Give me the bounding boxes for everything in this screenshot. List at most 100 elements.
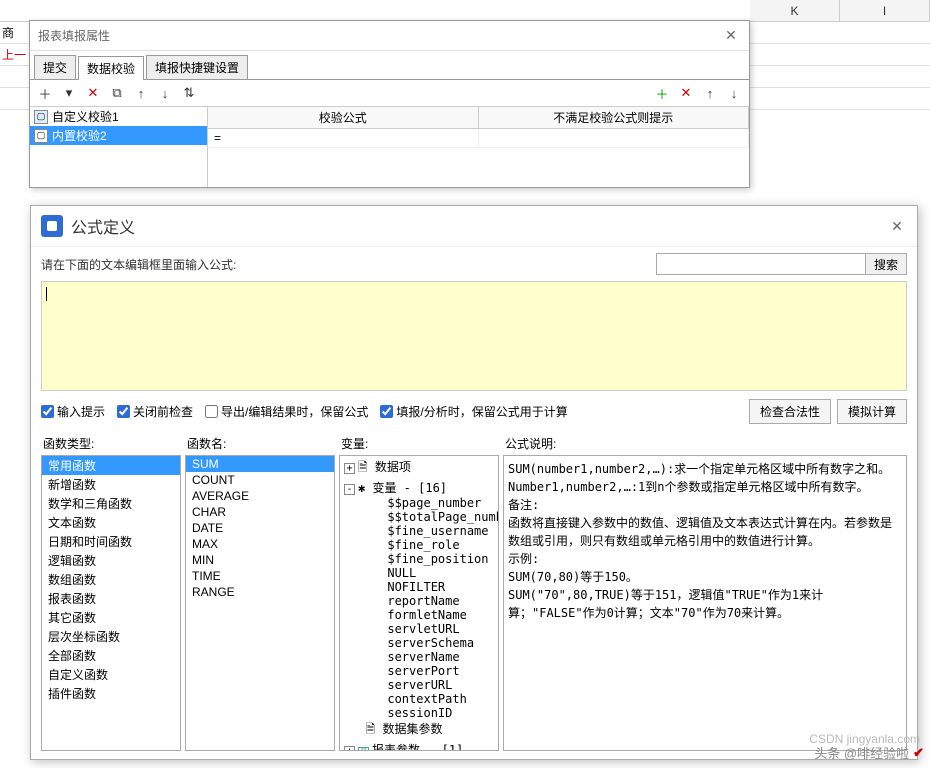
tree-node[interactable]: serverSchema [342, 636, 496, 650]
list-item[interactable]: 常用函数 [42, 456, 180, 475]
tree-node[interactable]: contextPath [342, 692, 496, 706]
list-item[interactable]: 新增函数 [42, 475, 180, 494]
titlebar[interactable]: 报表填报属性 ✕ [30, 21, 749, 51]
list-item[interactable]: 其它函数 [42, 608, 180, 627]
list-item[interactable]: MIN [186, 552, 334, 568]
tree-node[interactable]: +P报表参数 - [1] [342, 741, 496, 751]
close-icon[interactable]: ✕ [887, 218, 907, 235]
tab-shortcut[interactable]: 填报快捷键设置 [146, 55, 248, 79]
sort-icon[interactable]: ⇅ [180, 84, 198, 102]
tree-node[interactable]: $fine_role [342, 538, 496, 552]
copy-icon[interactable]: ⧉ [108, 84, 126, 102]
grid-row[interactable]: = [208, 129, 749, 148]
add-icon[interactable]: ＋ [653, 84, 671, 102]
variable-tree[interactable]: +🗎 数据项-✱ 变量 - [16] $$page_number $$total… [339, 455, 499, 751]
tree-node[interactable]: reportName [342, 594, 496, 608]
right-toolbar: ＋ ✕ ↑ ↓ [208, 80, 749, 107]
list-item[interactable]: 逻辑函数 [42, 551, 180, 570]
list-item[interactable]: MAX [186, 536, 334, 552]
list-item[interactable]: DATE [186, 520, 334, 536]
list-item[interactable]: 自定义函数 [42, 665, 180, 684]
func-name-label: 函数名: [185, 432, 335, 455]
tree-node[interactable]: NOFILTER [342, 580, 496, 594]
up-icon[interactable]: ↑ [132, 84, 150, 102]
list-item[interactable]: CHAR [186, 504, 334, 520]
tree-item[interactable]: ▢自定义校验1 [30, 107, 207, 126]
tree-node[interactable]: 🗎 数据集参数 [342, 720, 496, 741]
tree-node[interactable]: -✱ 变量 - [16] [342, 479, 496, 496]
grid-cell[interactable]: = [208, 129, 479, 147]
up-icon[interactable]: ↑ [701, 84, 719, 102]
list-item[interactable]: 报表函数 [42, 589, 180, 608]
tree-item[interactable]: ▢内置校验2 [30, 126, 207, 145]
dialog-title: 报表填报属性 [38, 27, 721, 44]
opt-input-hint[interactable]: 输入提示 [41, 403, 105, 420]
item-icon: ▢ [34, 110, 48, 124]
desc-label: 公式说明: [503, 432, 907, 455]
column-header: I [840, 0, 930, 21]
titlebar[interactable]: 公式定义 ✕ [31, 206, 917, 247]
watermark: 头条 @啡经验啦✔ [814, 743, 924, 762]
app-logo-icon [41, 215, 63, 237]
formula-dialog: 公式定义 ✕ 请在下面的文本编辑框里面输入公式: 搜索 输入提示 关闭前检查 导… [30, 205, 918, 760]
tree-node[interactable]: NULL [342, 566, 496, 580]
list-item[interactable]: AVERAGE [186, 488, 334, 504]
column-header: K [750, 0, 840, 21]
list-item[interactable]: 插件函数 [42, 684, 180, 703]
list-item[interactable]: 文本函数 [42, 513, 180, 532]
search-input[interactable] [656, 253, 866, 275]
prompt-text: 请在下面的文本编辑框里面输入公式: [41, 256, 236, 273]
opt-precheck[interactable]: 关闭前检查 [117, 403, 193, 420]
opt-export-keep[interactable]: 导出/编辑结果时，保留公式 [205, 403, 368, 420]
list-item[interactable]: COUNT [186, 472, 334, 488]
tree-node[interactable]: servletURL [342, 622, 496, 636]
list-item[interactable]: 层次坐标函数 [42, 627, 180, 646]
delete-icon[interactable]: ✕ [84, 84, 102, 102]
down-icon[interactable]: ↓ [725, 84, 743, 102]
add-icon[interactable]: ＋ [36, 84, 54, 102]
func-type-label: 函数类型: [41, 432, 181, 455]
vars-label: 变量: [339, 432, 499, 455]
grid-header: 不满足校验公式则提示 [479, 107, 750, 128]
list-item[interactable]: SUM [186, 456, 334, 472]
left-toolbar: ＋ ▾ ✕ ⧉ ↑ ↓ ⇅ [30, 80, 208, 107]
dropdown-icon[interactable]: ▾ [60, 84, 78, 102]
validation-tree: ▢自定义校验1 ▢内置校验2 [30, 107, 208, 187]
formula-description: SUM(number1,number2,…):求一个指定单元格区域中所有数字之和… [503, 455, 907, 751]
list-item[interactable]: TIME [186, 568, 334, 584]
grid-cell[interactable] [479, 129, 750, 147]
delete-icon[interactable]: ✕ [677, 84, 695, 102]
tab-validation[interactable]: 数据校验 [78, 56, 144, 80]
func-type-list[interactable]: 常用函数新增函数数学和三角函数文本函数日期和时间函数逻辑函数数组函数报表函数其它… [41, 455, 181, 751]
formula-editor[interactable] [41, 281, 907, 391]
check-validity-button[interactable]: 检查合法性 [749, 399, 831, 424]
list-item[interactable]: 数组函数 [42, 570, 180, 589]
list-item[interactable]: 全部函数 [42, 646, 180, 665]
list-item[interactable]: RANGE [186, 584, 334, 600]
check-icon: ✔ [913, 745, 924, 761]
report-properties-dialog: 报表填报属性 ✕ 提交 数据校验 填报快捷键设置 ＋ ▾ ✕ ⧉ ↑ ↓ ⇅ ▢… [29, 20, 750, 188]
tree-node[interactable]: serverName [342, 650, 496, 664]
down-icon[interactable]: ↓ [156, 84, 174, 102]
func-name-list[interactable]: SUMCOUNTAVERAGECHARDATEMAXMINTIMERANGE [185, 455, 335, 751]
dialog-title: 公式定义 [71, 214, 135, 238]
validation-grid: ＋ ✕ ↑ ↓ 校验公式 不满足校验公式则提示 = [208, 80, 749, 187]
tree-node[interactable]: $$page_number [342, 496, 496, 510]
tab-submit[interactable]: 提交 [34, 55, 76, 79]
tree-node[interactable]: formletName [342, 608, 496, 622]
tree-node[interactable]: +🗎 数据项 [342, 458, 496, 479]
tree-node[interactable]: serverPort [342, 664, 496, 678]
tab-strip: 提交 数据校验 填报快捷键设置 [30, 51, 749, 80]
list-item[interactable]: 日期和时间函数 [42, 532, 180, 551]
grid-header: 校验公式 [208, 107, 479, 128]
opt-analyze-keep[interactable]: 填报/分析时，保留公式用于计算 [380, 403, 567, 420]
tree-node[interactable]: $fine_position [342, 552, 496, 566]
tree-node[interactable]: serverURL [342, 678, 496, 692]
tree-node[interactable]: $fine_username [342, 524, 496, 538]
search-button[interactable]: 搜索 [865, 253, 907, 275]
tree-node[interactable]: sessionID [342, 706, 496, 720]
list-item[interactable]: 数学和三角函数 [42, 494, 180, 513]
close-icon[interactable]: ✕ [721, 27, 741, 44]
tree-node[interactable]: $$totalPage_number [342, 510, 496, 524]
simulate-button[interactable]: 模拟计算 [837, 399, 907, 424]
